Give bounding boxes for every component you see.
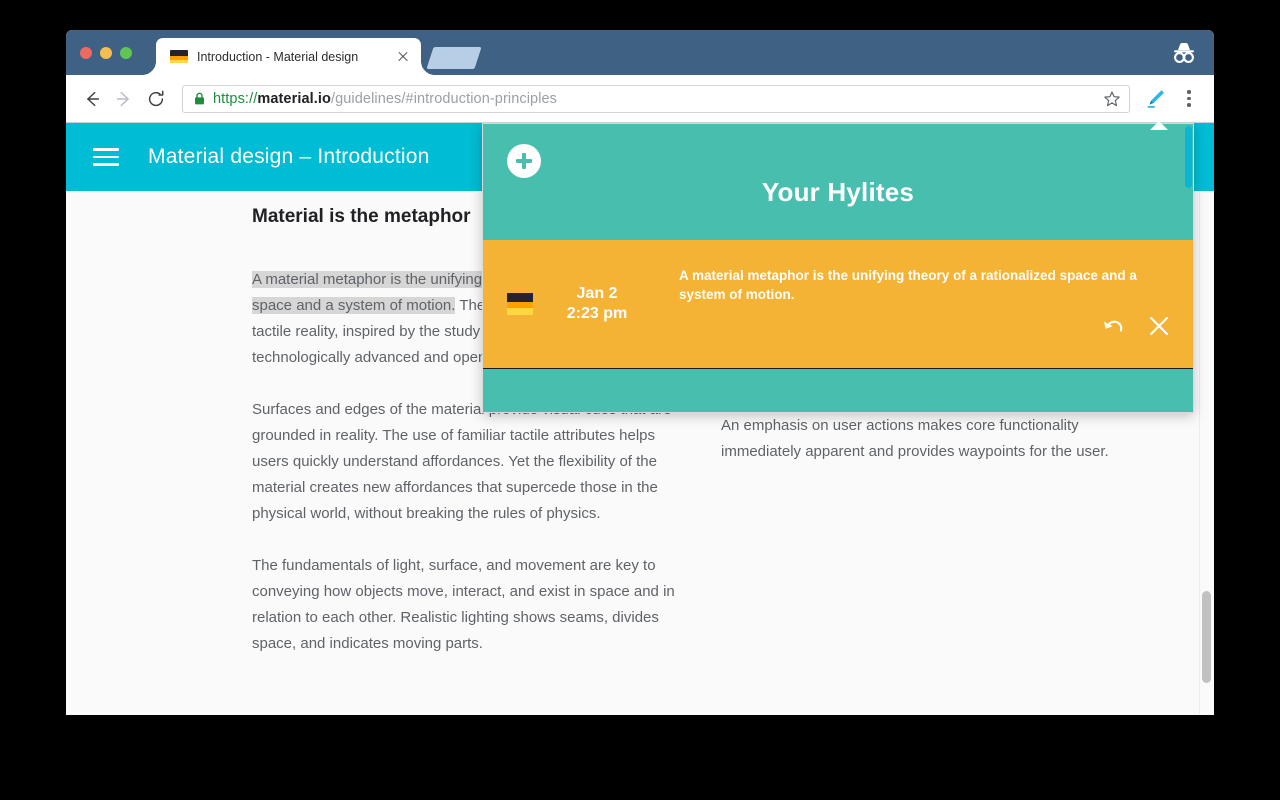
window-controls: [80, 47, 132, 59]
hylite-timestamp: Jan 2 2:23 pm: [537, 284, 657, 324]
extension-popup-arrow: [1150, 121, 1168, 130]
url-text: https://material.io/guidelines/#introduc…: [213, 91, 1103, 107]
url-path: /guidelines/#introduction-principles: [330, 90, 558, 107]
hylites-scrollbar-thumb[interactable]: [1185, 126, 1192, 188]
chrome-menu-icon[interactable]: [1174, 84, 1204, 114]
close-window-button[interactable]: [80, 47, 92, 59]
browser-window: Introduction - Material design https://m…: [66, 30, 1214, 715]
highlighter-pen-icon[interactable]: [1140, 84, 1170, 114]
paragraph-rest: An emphasis on user actions makes core f…: [721, 417, 1109, 460]
tab-title: Introduction - Material design: [197, 49, 359, 64]
url-host: material.io: [257, 90, 331, 107]
paragraph-rest: The fundamentals of light, surface, and …: [252, 557, 675, 652]
bookmark-star-icon[interactable]: [1103, 90, 1121, 108]
hylite-entry-card[interactable]: Jan 2 2:23 pm A material metaphor is the…: [483, 240, 1193, 369]
incognito-icon: [1170, 40, 1198, 66]
page-viewport: Material design – Introduction Material …: [66, 123, 1214, 715]
appbar-title: Material design – Introduction: [148, 145, 430, 168]
delete-hylite-icon[interactable]: [1147, 314, 1171, 338]
add-hylite-button[interactable]: [507, 144, 541, 178]
hylite-quote-text: A material metaphor is the unifying theo…: [679, 268, 1137, 302]
tab-close-icon[interactable]: [395, 49, 411, 65]
hylites-title: Your Hylites: [761, 176, 915, 207]
browser-tab-active[interactable]: Introduction - Material design: [156, 38, 421, 75]
paragraph: The fundamentals of light, surface, and …: [252, 553, 677, 657]
browser-toolbar: https://material.io/guidelines/#introduc…: [66, 75, 1214, 130]
address-bar[interactable]: https://material.io/guidelines/#introduc…: [182, 84, 1130, 113]
hylite-time: 2:23 pm: [566, 305, 628, 322]
url-scheme: https://: [213, 90, 258, 107]
browser-tab-inactive[interactable]: [426, 47, 482, 69]
browser-titlebar: Introduction - Material design: [66, 30, 1214, 75]
material-favicon-icon: [507, 293, 533, 315]
hylites-panel: Your Hylites Jan 2 2:23 pm A material me…: [482, 123, 1194, 413]
hylite-date: Jan 2: [576, 285, 618, 302]
paragraph: An emphasis on user actions makes core f…: [721, 413, 1146, 465]
hylites-header: Your Hylites: [483, 124, 1193, 240]
maximize-window-button[interactable]: [120, 47, 132, 59]
forward-button[interactable]: [108, 83, 140, 115]
hylites-footer: [483, 369, 1193, 412]
paragraph: Surfaces and edges of the material provi…: [252, 397, 677, 527]
minimize-window-button[interactable]: [100, 47, 112, 59]
hylite-actions: [1101, 314, 1171, 338]
page-scrollbar[interactable]: [1199, 191, 1214, 715]
back-button[interactable]: [76, 83, 108, 115]
paragraph-rest: Surfaces and edges of the material provi…: [252, 401, 672, 522]
undo-icon[interactable]: [1101, 314, 1127, 338]
reload-button[interactable]: [140, 83, 172, 115]
page-scrollbar-thumb[interactable]: [1202, 591, 1211, 683]
hamburger-menu-icon[interactable]: [93, 148, 119, 166]
lock-icon: [194, 92, 205, 105]
hylites-scrollbar[interactable]: [1184, 124, 1193, 412]
material-favicon-icon: [170, 49, 188, 64]
